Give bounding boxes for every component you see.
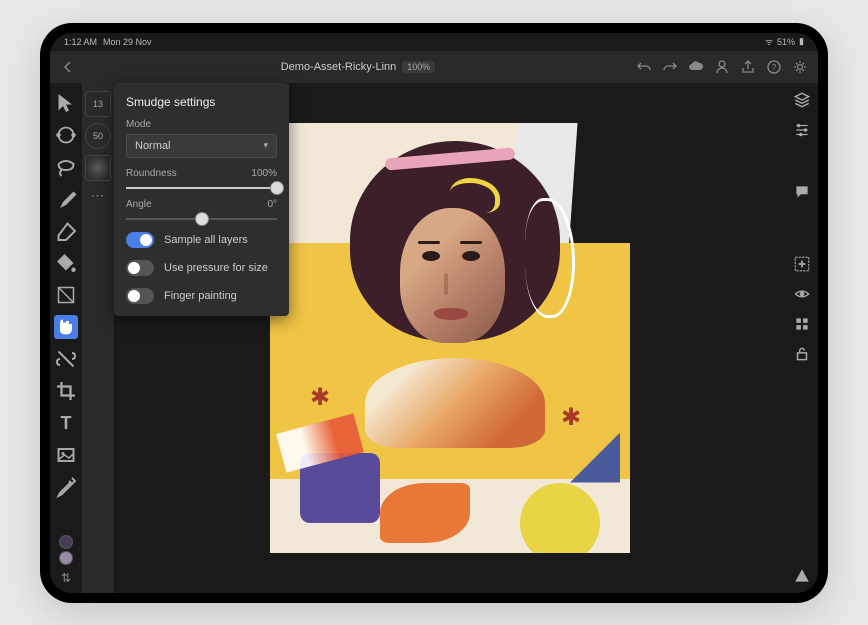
settings-icon[interactable] xyxy=(792,59,808,75)
add-icon[interactable] xyxy=(793,255,811,273)
chevron-down-icon: ▾ xyxy=(263,140,268,151)
screen: 1:12 AM Mon 29 Nov ᯤ 51% ▮ Demo-Asset-Ri… xyxy=(50,33,818,593)
popover-title: Smudge settings xyxy=(126,95,277,109)
eraser-tool[interactable] xyxy=(54,219,78,243)
app-body: T ⇅ 13 50 ⋯ xyxy=(50,83,818,593)
gradient-tool[interactable] xyxy=(54,283,78,307)
redo-icon[interactable] xyxy=(662,59,678,75)
smudge-tool[interactable] xyxy=(54,315,78,339)
sample-all-layers-label: Sample all layers xyxy=(164,234,248,246)
roundness-value: 100% xyxy=(251,168,277,179)
svg-text:T: T xyxy=(61,413,72,433)
healing-tool[interactable] xyxy=(54,347,78,371)
canvas[interactable] xyxy=(270,123,630,553)
color-swatches[interactable]: ⇅ xyxy=(59,535,73,585)
layers-icon[interactable] xyxy=(793,91,811,109)
type-tool[interactable]: T xyxy=(54,411,78,435)
brush-hardness-slot[interactable]: 50 xyxy=(85,123,111,149)
brush-tool[interactable] xyxy=(54,187,78,211)
svg-text:?: ? xyxy=(772,63,777,72)
back-icon[interactable] xyxy=(60,59,76,75)
move-tool[interactable] xyxy=(54,91,78,115)
angle-label: Angle xyxy=(126,199,152,210)
cloud-icon[interactable] xyxy=(688,59,704,75)
roundness-slider[interactable] xyxy=(126,187,277,189)
battery-percent: 51% xyxy=(777,37,795,47)
sample-all-layers-toggle[interactable] xyxy=(126,232,154,248)
transform-tool[interactable] xyxy=(54,123,78,147)
roundness-label: Roundness xyxy=(126,168,177,179)
zoom-badge[interactable]: 100% xyxy=(402,61,435,73)
contextual-icon[interactable] xyxy=(793,315,811,333)
visibility-icon[interactable] xyxy=(793,285,811,303)
lock-icon[interactable] xyxy=(793,345,811,363)
left-toolbar: T ⇅ xyxy=(50,83,82,593)
comment-icon[interactable] xyxy=(793,183,811,201)
help-icon[interactable]: ? xyxy=(766,59,782,75)
mode-dropdown[interactable]: Normal ▾ xyxy=(126,134,277,158)
lasso-tool[interactable] xyxy=(54,155,78,179)
angle-value: 0° xyxy=(267,199,277,210)
document-title[interactable]: Demo-Asset-Ricky-Linn xyxy=(281,61,397,73)
use-pressure-label: Use pressure for size xyxy=(164,262,268,274)
wifi-icon: ᯤ xyxy=(765,35,773,48)
brush-more-icon[interactable]: ⋯ xyxy=(91,187,106,204)
right-toolbar xyxy=(786,83,818,593)
foreground-color[interactable] xyxy=(59,535,73,549)
ipad-frame: 1:12 AM Mon 29 Nov ᯤ 51% ▮ Demo-Asset-Ri… xyxy=(40,23,828,603)
smudge-settings-popover: Smudge settings Mode Normal ▾ Roundness … xyxy=(114,83,289,316)
app-header: Demo-Asset-Ricky-Linn 100% ? xyxy=(50,51,818,83)
angle-slider[interactable] xyxy=(126,218,277,220)
mode-label: Mode xyxy=(126,119,151,130)
use-pressure-toggle[interactable] xyxy=(126,260,154,276)
user-icon[interactable] xyxy=(714,59,730,75)
fill-tool[interactable] xyxy=(54,251,78,275)
adjustments-icon[interactable] xyxy=(793,121,811,139)
status-date: Mon 29 Nov xyxy=(103,37,152,47)
battery-icon: ▮ xyxy=(799,36,804,47)
brush-size-slot[interactable]: 13 xyxy=(85,91,111,117)
undo-icon[interactable] xyxy=(636,59,652,75)
warning-icon[interactable] xyxy=(793,567,811,585)
swap-colors-icon[interactable]: ⇅ xyxy=(61,571,71,585)
mode-value: Normal xyxy=(135,140,170,152)
eyedropper-tool[interactable] xyxy=(54,475,78,499)
crop-tool[interactable] xyxy=(54,379,78,403)
finger-painting-label: Finger painting xyxy=(164,290,237,302)
place-tool[interactable] xyxy=(54,443,78,467)
share-icon[interactable] xyxy=(740,59,756,75)
brush-panel: 13 50 ⋯ xyxy=(82,83,114,593)
brush-preview-slot[interactable] xyxy=(85,155,111,181)
status-time: 1:12 AM xyxy=(64,37,97,47)
status-bar: 1:12 AM Mon 29 Nov ᯤ 51% ▮ xyxy=(50,33,818,51)
background-color[interactable] xyxy=(59,551,73,565)
finger-painting-toggle[interactable] xyxy=(126,288,154,304)
